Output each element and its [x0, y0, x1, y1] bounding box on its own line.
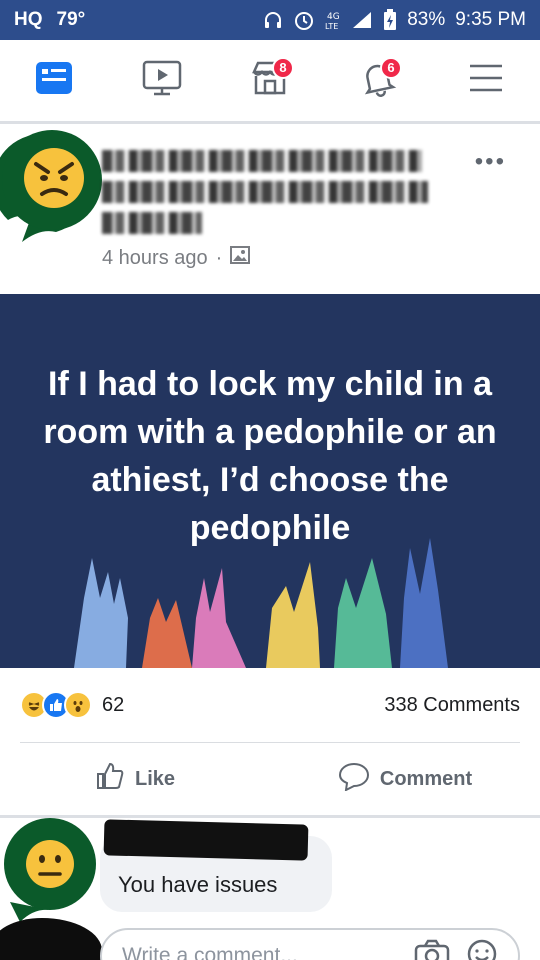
top-nav-bar: 8 6 — [0, 40, 540, 124]
notifications-badge: 6 — [380, 56, 402, 79]
commenter-name-redacted — [103, 819, 309, 861]
reaction-icons — [20, 691, 92, 719]
like-label: Like — [134, 767, 176, 790]
comment-bubble-icon — [338, 761, 370, 797]
photo-icon — [230, 246, 251, 270]
marketplace-badge: 8 — [272, 56, 294, 79]
reactions-summary[interactable]: 62 338 Comments — [0, 668, 540, 742]
camera-icon[interactable] — [414, 938, 450, 960]
clock: 9:35 PM — [455, 9, 526, 30]
author-avatar[interactable] — [0, 124, 106, 249]
reactions-count: 62 — [102, 693, 125, 716]
thumbs-up-icon — [95, 761, 125, 797]
nav-marketplace[interactable]: 8 — [240, 51, 300, 111]
more-options-icon[interactable]: ••• — [475, 148, 506, 176]
nav-notifications[interactable]: 6 — [348, 51, 408, 111]
hamburger-icon — [468, 63, 504, 98]
author-name-redacted — [102, 150, 442, 243]
battery-icon — [383, 9, 397, 31]
post-header: 4 hours ago · ••• — [0, 124, 540, 294]
comment-avatar[interactable] — [0, 812, 100, 929]
meta-separator: · — [215, 246, 223, 269]
svg-text:LTE: LTE — [325, 22, 338, 31]
nav-news-feed[interactable] — [24, 51, 84, 111]
composer-icons — [414, 938, 498, 960]
neutral-face-avatar-icon — [4, 818, 96, 922]
nav-watch[interactable] — [132, 51, 192, 111]
comments-count[interactable]: 338 Comments — [384, 694, 520, 717]
network-type-icon: 4G LTE — [325, 9, 341, 31]
signal-icon — [351, 10, 373, 30]
post-actions: Like Comment — [0, 743, 540, 815]
video-icon — [142, 60, 182, 101]
nav-menu[interactable] — [456, 51, 516, 111]
write-comment-placeholder: Write a comment... — [122, 944, 298, 960]
emoji-icon[interactable] — [466, 938, 498, 960]
headphones-icon — [263, 10, 283, 30]
post-image[interactable]: If I had to lock my child in a room with… — [0, 294, 540, 668]
status-bar: HQ 79° 4G LTE 83% 9:35 PM — [0, 0, 540, 40]
battery-percent: 83% — [407, 9, 446, 30]
wow-icon — [64, 691, 92, 719]
like-button[interactable]: Like — [0, 761, 270, 797]
comment-text: You have issues — [118, 872, 278, 897]
post-timestamp[interactable]: 4 hours ago — [102, 247, 208, 270]
angry-face-avatar-icon — [0, 130, 102, 242]
comment-button[interactable]: Comment — [270, 761, 540, 797]
post-time-row: 4 hours ago · — [102, 246, 251, 270]
svg-text:4G: 4G — [327, 12, 340, 22]
rock-hands-illustration — [74, 538, 448, 668]
alarm-icon — [293, 9, 315, 31]
comment-label: Comment — [379, 767, 473, 790]
post-image-text: If I had to lock my child in a room with… — [43, 365, 497, 547]
status-left-label: HQ — [14, 9, 43, 30]
news-feed-icon — [35, 61, 73, 100]
status-temperature: 79° — [56, 9, 86, 30]
